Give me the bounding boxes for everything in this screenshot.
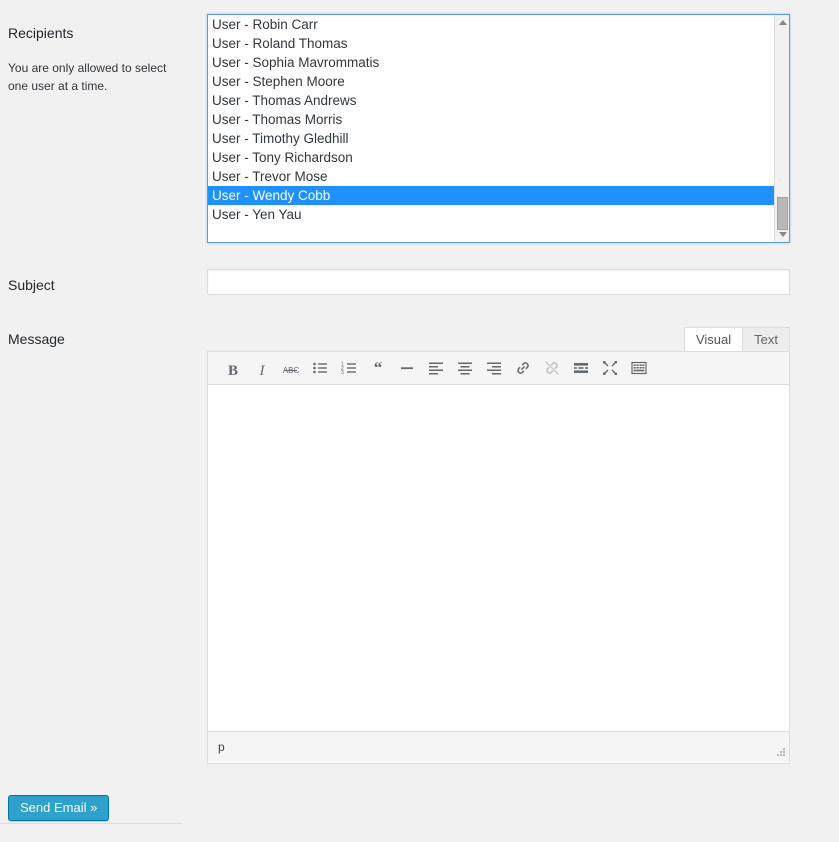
- scroll-up-arrow-icon[interactable]: [775, 15, 789, 30]
- insert-link-icon[interactable]: [508, 355, 537, 381]
- toolbar-toggle-icon[interactable]: [624, 355, 653, 381]
- recipient-option[interactable]: User - Timothy Gledhill: [208, 129, 774, 148]
- editor-element-path: p: [218, 740, 225, 754]
- editor-frame: B I ABC 1 2 3 “ p: [207, 351, 790, 764]
- recipients-help-text: You are only allowed to select one user …: [8, 61, 167, 94]
- editor-toolbar[interactable]: B I ABC 1 2 3 “: [208, 352, 789, 385]
- message-label-col: Message: [8, 330, 198, 348]
- numbered-list-icon[interactable]: 123: [334, 355, 363, 381]
- svg-text:“: “: [373, 360, 382, 376]
- subject-label: Subject: [8, 277, 55, 293]
- editor-tab-visual[interactable]: Visual: [683, 327, 744, 352]
- distraction-free-icon[interactable]: [595, 355, 624, 381]
- insert-read-more-icon[interactable]: [566, 355, 595, 381]
- recipients-option-list[interactable]: User - Robin Carr User - Roland Thomas Use…: [208, 15, 774, 242]
- svg-text:3: 3: [341, 370, 344, 376]
- message-label: Message: [8, 331, 65, 347]
- message-editor: Visual Text B I ABC 1 2 3 “ p: [207, 326, 790, 764]
- email-form-page: Recipients You are only allowed to selec…: [0, 0, 839, 842]
- horizontal-rule-icon[interactable]: [392, 355, 421, 381]
- remove-link-icon: [537, 355, 566, 381]
- scrollbar-thumb[interactable]: [777, 197, 788, 230]
- recipient-option[interactable]: User - Thomas Andrews: [208, 91, 774, 110]
- recipient-option[interactable]: User - Sophia Mavrommatis: [208, 53, 774, 72]
- subject-label-col: Subject: [8, 276, 198, 294]
- align-left-icon[interactable]: [421, 355, 450, 381]
- editor-resize-grip[interactable]: [774, 746, 786, 758]
- recipients-label-col: Recipients You are only allowed to selec…: [8, 24, 198, 95]
- editor-content-area[interactable]: [208, 385, 789, 731]
- recipient-option[interactable]: User - Thomas Morris: [208, 110, 774, 129]
- editor-mode-tabs[interactable]: Visual Text: [683, 326, 790, 352]
- recipients-label: Recipients: [8, 25, 74, 41]
- recipients-select[interactable]: User - Robin Carr User - Roland Thomas Use…: [207, 14, 790, 243]
- editor-tab-text[interactable]: Text: [742, 327, 790, 352]
- align-right-icon[interactable]: [479, 355, 508, 381]
- recipient-option[interactable]: User - Roland Thomas: [208, 34, 774, 53]
- recipient-option[interactable]: User - Tony Richardson: [208, 148, 774, 167]
- blockquote-icon[interactable]: “: [363, 355, 392, 381]
- recipient-option[interactable]: User - Trevor Mose: [208, 167, 774, 186]
- send-email-button[interactable]: Send Email »: [8, 795, 110, 821]
- bulleted-list-icon[interactable]: [305, 355, 334, 381]
- recipient-option[interactable]: User - Stephen Moore: [208, 72, 774, 91]
- editor-status-bar: p: [208, 731, 789, 762]
- bold-icon[interactable]: B: [218, 355, 247, 381]
- italic-icon[interactable]: I: [247, 355, 276, 381]
- recipient-option[interactable]: User - Wendy Cobb: [208, 186, 774, 205]
- svg-text:B: B: [227, 363, 237, 376]
- footer-divider: [0, 823, 183, 824]
- recipient-option[interactable]: User - Robin Carr: [208, 15, 774, 34]
- subject-input[interactable]: [207, 269, 790, 295]
- scroll-down-arrow-icon[interactable]: [775, 227, 789, 242]
- align-center-icon[interactable]: [450, 355, 479, 381]
- recipients-scrollbar[interactable]: [774, 15, 789, 242]
- svg-text:I: I: [258, 363, 265, 376]
- strikethrough-icon[interactable]: ABC: [276, 355, 305, 381]
- recipient-option[interactable]: User - Yen Yau: [208, 205, 774, 224]
